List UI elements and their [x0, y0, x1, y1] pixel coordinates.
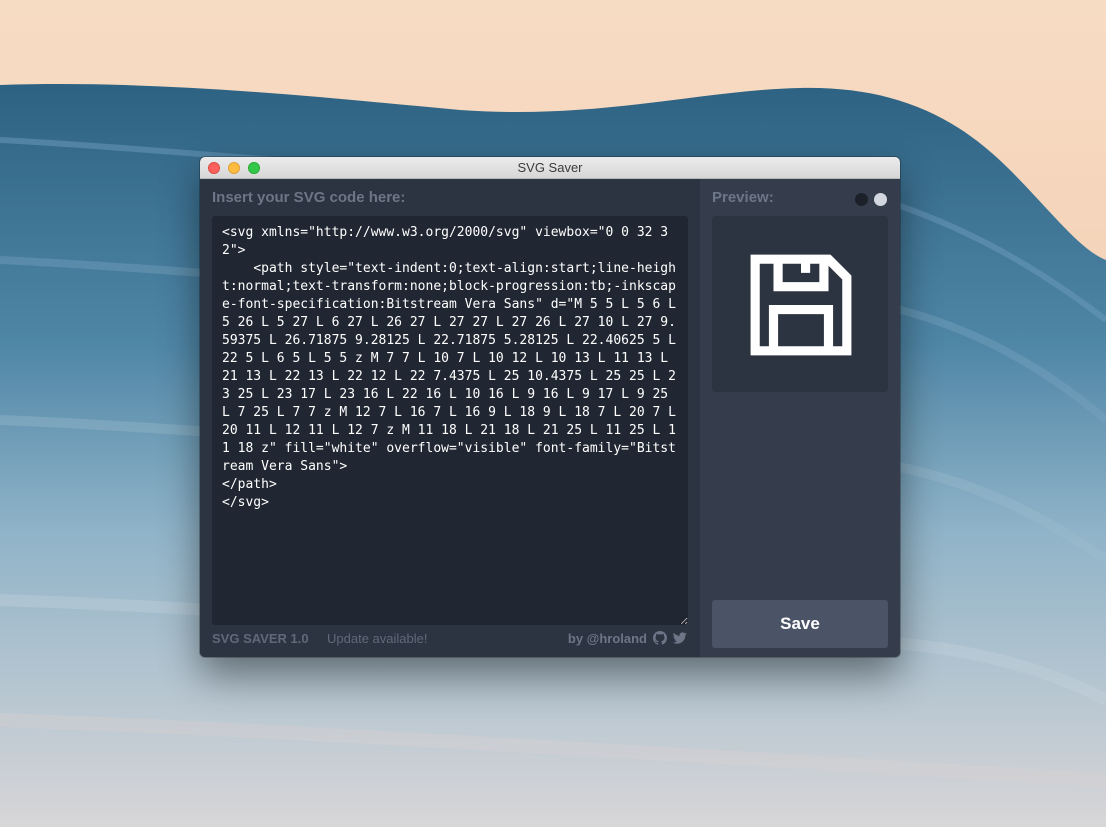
preview-pane: Preview: Save — [700, 179, 900, 657]
title-bar[interactable]: SVG Saver — [200, 157, 900, 179]
save-button[interactable]: Save — [712, 600, 888, 648]
preview-label: Preview: — [712, 189, 774, 206]
twitter-icon[interactable] — [673, 631, 687, 645]
dark-theme-toggle[interactable] — [855, 193, 868, 206]
app-window: SVG Saver Insert your SVG code here: <sv… — [200, 157, 900, 657]
editor-pane: Insert your SVG code here: <svg xmlns="h… — [200, 179, 700, 657]
svg-code-input[interactable]: <svg xmlns="http://www.w3.org/2000/svg" … — [212, 216, 688, 625]
floppy-disk-icon — [750, 254, 852, 356]
svg-preview — [712, 216, 888, 392]
editor-label: Insert your SVG code here: — [212, 189, 406, 206]
light-theme-toggle[interactable] — [874, 193, 887, 206]
update-available-link[interactable]: Update available! — [327, 631, 427, 646]
author-link[interactable]: by @hroland — [568, 631, 647, 646]
window-title: SVG Saver — [517, 160, 583, 175]
github-icon[interactable] — [653, 631, 667, 645]
app-version: SVG SAVER 1.0 — [212, 631, 309, 646]
